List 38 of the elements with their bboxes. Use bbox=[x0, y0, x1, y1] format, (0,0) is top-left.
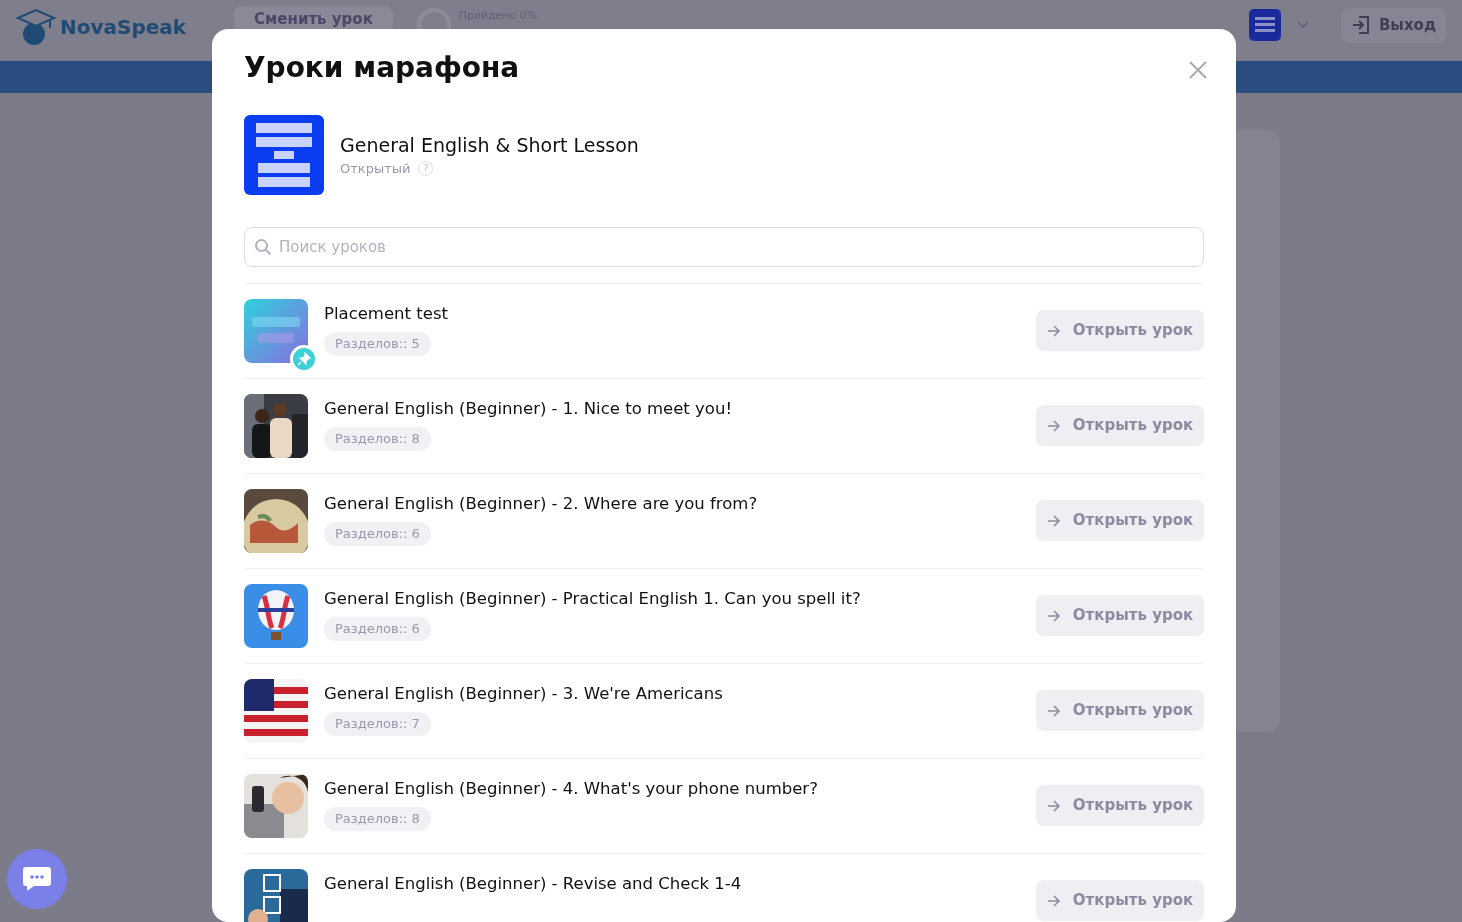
logo-text: NovaSpeak bbox=[60, 14, 187, 41]
chat-button[interactable] bbox=[7, 849, 67, 909]
dialog-title: Уроки марафона bbox=[244, 51, 520, 85]
open-lesson-button[interactable]: Открыть урок bbox=[1036, 405, 1204, 447]
sections-count: Разделов:: 8 bbox=[324, 427, 431, 451]
lesson-title: General English (Beginner) - 2. Where are you from? bbox=[324, 492, 759, 515]
open-lesson-button[interactable]: Открыть урок bbox=[1036, 785, 1204, 827]
search-field[interactable]: Поиск уроков bbox=[244, 226, 1204, 267]
lesson-title: Placement test bbox=[324, 302, 449, 325]
sections-count: Разделов:: 5 bbox=[324, 332, 431, 356]
arrow-right-icon bbox=[1046, 324, 1061, 337]
logout-button[interactable]: Выход bbox=[1340, 8, 1446, 43]
lesson-title: General English (Beginner) - 4. What's your phone number? bbox=[324, 777, 819, 800]
open-lesson-button[interactable]: Открыть урок bbox=[1036, 595, 1204, 637]
arrow-right-icon bbox=[1046, 514, 1061, 527]
chat-bubble-icon bbox=[22, 866, 52, 892]
course-name: General English & Short Lesson bbox=[340, 132, 639, 158]
course-avatar-icon[interactable] bbox=[1248, 9, 1281, 42]
sections-count: Разделов:: 8 bbox=[324, 807, 431, 831]
access-label: Открытый bbox=[340, 160, 411, 179]
sections-count: Разделов:: 6 bbox=[324, 617, 431, 641]
lesson-title: General English (Beginner) - Revise and Check 1-4 bbox=[324, 872, 743, 895]
open-lesson-button[interactable]: Открыть урок bbox=[1036, 310, 1204, 352]
graduation-cap-icon bbox=[16, 8, 56, 46]
lesson-title: General English (Beginner) - 1. Nice to meet you! bbox=[324, 397, 733, 420]
sections-count: Разделов:: 7 bbox=[324, 712, 431, 736]
arrow-right-icon bbox=[1046, 419, 1061, 432]
arrow-right-icon bbox=[1046, 704, 1061, 717]
lesson-title: General English (Beginner) - Practical English 1. Can you spell it? bbox=[324, 587, 862, 610]
open-lesson-button[interactable]: Открыть урок bbox=[1036, 880, 1204, 922]
open-lesson-button[interactable]: Открыть урок bbox=[1036, 500, 1204, 542]
sections-count: Разделов:: 6 bbox=[324, 522, 431, 546]
arrow-right-icon bbox=[1046, 799, 1061, 812]
open-lesson-button[interactable]: Открыть урок bbox=[1036, 690, 1204, 732]
arrow-right-icon bbox=[1046, 609, 1061, 622]
logout-icon bbox=[1350, 15, 1371, 36]
lesson-title: General English (Beginner) - 3. We're Americans bbox=[324, 682, 724, 705]
arrow-right-icon bbox=[1046, 894, 1061, 907]
